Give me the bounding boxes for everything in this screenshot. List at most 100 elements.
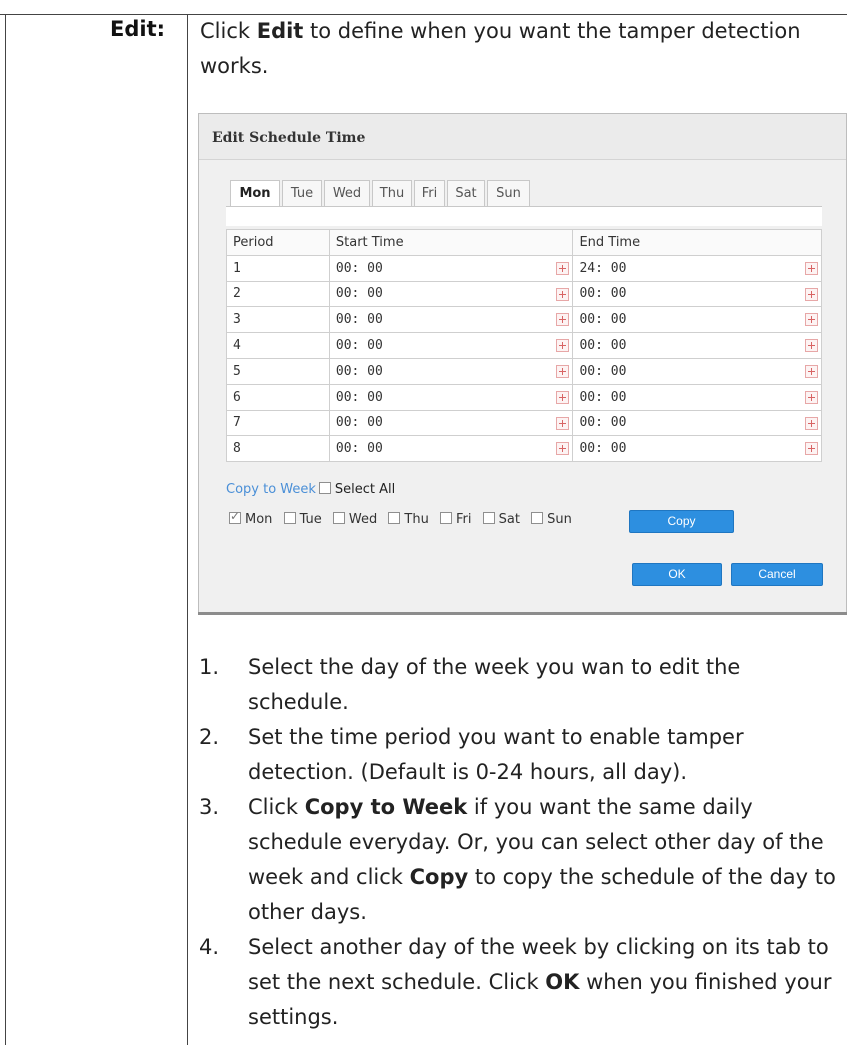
day-label: Thu	[404, 512, 429, 527]
time-picker-icon[interactable]	[805, 339, 818, 353]
end-time-value: 24: 00	[579, 260, 627, 276]
dialog-title: Edit Schedule Time	[212, 130, 366, 146]
dialog-bottom-edge	[198, 612, 847, 615]
end-time-value: 00: 00	[579, 389, 627, 405]
copy-days-row: Mon Tue Wed Thu Fri Sat Sun	[226, 509, 576, 527]
table-header-row: Period Start Time End Time	[226, 229, 822, 256]
edit-schedule-dialog: Edit Schedule Time Mon Tue Wed Thu Fri S…	[198, 113, 847, 613]
table-row: 6 00: 00 00: 00	[226, 383, 822, 411]
time-picker-icon[interactable]	[556, 313, 570, 327]
time-picker-icon[interactable]	[556, 364, 570, 378]
time-picker-icon[interactable]	[556, 287, 570, 301]
start-time-value: 00: 00	[335, 415, 383, 431]
time-picker-icon[interactable]	[805, 261, 818, 275]
end-time-value: 00: 00	[579, 286, 627, 302]
list-item: 3. Click Copy to Week if you want the sam…	[199, 790, 839, 930]
tab-thu[interactable]: Thu	[372, 180, 412, 207]
time-picker-icon[interactable]	[805, 364, 818, 378]
end-time-field[interactable]: 00: 00	[572, 435, 822, 463]
start-time-field[interactable]: 00: 00	[328, 435, 574, 463]
tab-wed[interactable]: Wed	[324, 180, 370, 207]
column-header-period: Period	[226, 229, 330, 256]
period-cell: 1	[226, 254, 330, 282]
period-cell: 8	[226, 435, 330, 463]
day-label: Tue	[299, 512, 322, 527]
day-checkbox-sun[interactable]	[531, 512, 544, 524]
start-time-value: 00: 00	[335, 389, 383, 405]
table-row: 3 00: 00 00: 00	[226, 306, 822, 334]
dialog-header: Edit Schedule Time	[199, 114, 846, 160]
end-time-value: 00: 00	[579, 415, 627, 431]
copy-button[interactable]: Copy	[629, 510, 734, 533]
end-time-field[interactable]: 00: 00	[572, 306, 822, 334]
day-checkbox-thu[interactable]	[388, 512, 401, 524]
time-picker-icon[interactable]	[805, 287, 818, 301]
step-number: 3.	[199, 795, 220, 819]
day-checkbox-fri[interactable]	[439, 512, 452, 524]
day-label: Sat	[498, 512, 520, 527]
tab-tue[interactable]: Tue	[282, 180, 322, 207]
end-time-field[interactable]: 00: 00	[572, 383, 822, 411]
edit-keyword: Edit	[256, 19, 304, 43]
table-border-left	[5, 14, 6, 1045]
end-time-value: 00: 00	[579, 441, 627, 457]
select-all-checkbox[interactable]	[318, 482, 331, 494]
table-column-divider	[187, 14, 188, 1045]
end-time-field[interactable]: 00: 00	[572, 332, 822, 359]
end-time-field[interactable]: 24: 00	[572, 254, 822, 282]
day-checkbox-wed[interactable]	[332, 512, 345, 524]
time-picker-icon[interactable]	[556, 390, 570, 404]
copy-to-week-link[interactable]: Copy to Week	[226, 482, 316, 497]
period-cell: 6	[226, 383, 330, 411]
day-label: Sun	[547, 512, 572, 527]
select-all-label: Select All	[334, 482, 396, 497]
step-number: 1.	[199, 655, 220, 679]
start-time-value: 00: 00	[335, 286, 383, 302]
copy-to-week-row: Copy to Week Select All	[226, 482, 395, 502]
period-cell: 7	[226, 409, 330, 437]
period-cell: 5	[226, 357, 330, 385]
start-time-field[interactable]: 00: 00	[328, 383, 574, 411]
time-picker-icon[interactable]	[556, 339, 570, 353]
time-picker-icon[interactable]	[805, 313, 818, 327]
day-label: Fri	[455, 512, 472, 527]
day-label: Mon	[245, 512, 273, 527]
schedule-table: Period Start Time End Time 1 00: 00 24: …	[226, 229, 822, 463]
previous-page-text-fragment	[0, 0, 30, 2]
day-checkbox-sat[interactable]	[482, 512, 495, 524]
time-picker-icon[interactable]	[556, 442, 570, 456]
start-time-field[interactable]: 00: 00	[328, 332, 574, 359]
end-time-field[interactable]: 00: 00	[572, 357, 822, 385]
time-picker-icon[interactable]	[805, 442, 818, 456]
cancel-button[interactable]: Cancel	[731, 563, 823, 586]
time-picker-icon[interactable]	[556, 416, 570, 430]
time-picker-icon[interactable]	[805, 416, 818, 430]
day-checkbox-tue[interactable]	[283, 512, 296, 524]
list-item: 2. Set the time period you want to enable…	[199, 720, 839, 790]
table-row: 8 00: 00 00: 00	[226, 435, 822, 463]
end-time-field[interactable]: 00: 00	[572, 280, 822, 308]
tab-sun[interactable]: Sun	[487, 180, 530, 207]
start-time-field[interactable]: 00: 00	[328, 306, 574, 334]
end-time-value: 00: 00	[579, 338, 627, 354]
tab-mon[interactable]: Mon	[230, 180, 280, 208]
start-time-value: 00: 00	[335, 260, 383, 276]
time-picker-icon[interactable]	[805, 390, 818, 404]
start-time-field[interactable]: 00: 00	[328, 357, 574, 385]
end-time-value: 00: 00	[579, 312, 627, 328]
tab-sat[interactable]: Sat	[447, 180, 485, 207]
start-time-field[interactable]: 00: 00	[328, 254, 574, 282]
list-item: 1. Select the day of the week you wan to …	[199, 650, 839, 720]
end-time-field[interactable]: 00: 00	[572, 409, 822, 437]
table-row: 7 00: 00 00: 00	[226, 409, 822, 437]
column-header-start-time: Start Time	[328, 229, 574, 256]
instruction-list: 1. Select the day of the week you wan to …	[199, 650, 839, 1035]
ok-button[interactable]: OK	[632, 563, 722, 586]
tab-fri[interactable]: Fri	[414, 180, 445, 207]
start-time-field[interactable]: 00: 00	[328, 280, 574, 308]
step-number: 4.	[199, 935, 220, 959]
day-checkbox-mon[interactable]	[229, 509, 241, 524]
time-picker-icon[interactable]	[556, 261, 570, 275]
end-time-value: 00: 00	[579, 363, 627, 379]
start-time-field[interactable]: 00: 00	[328, 409, 574, 437]
